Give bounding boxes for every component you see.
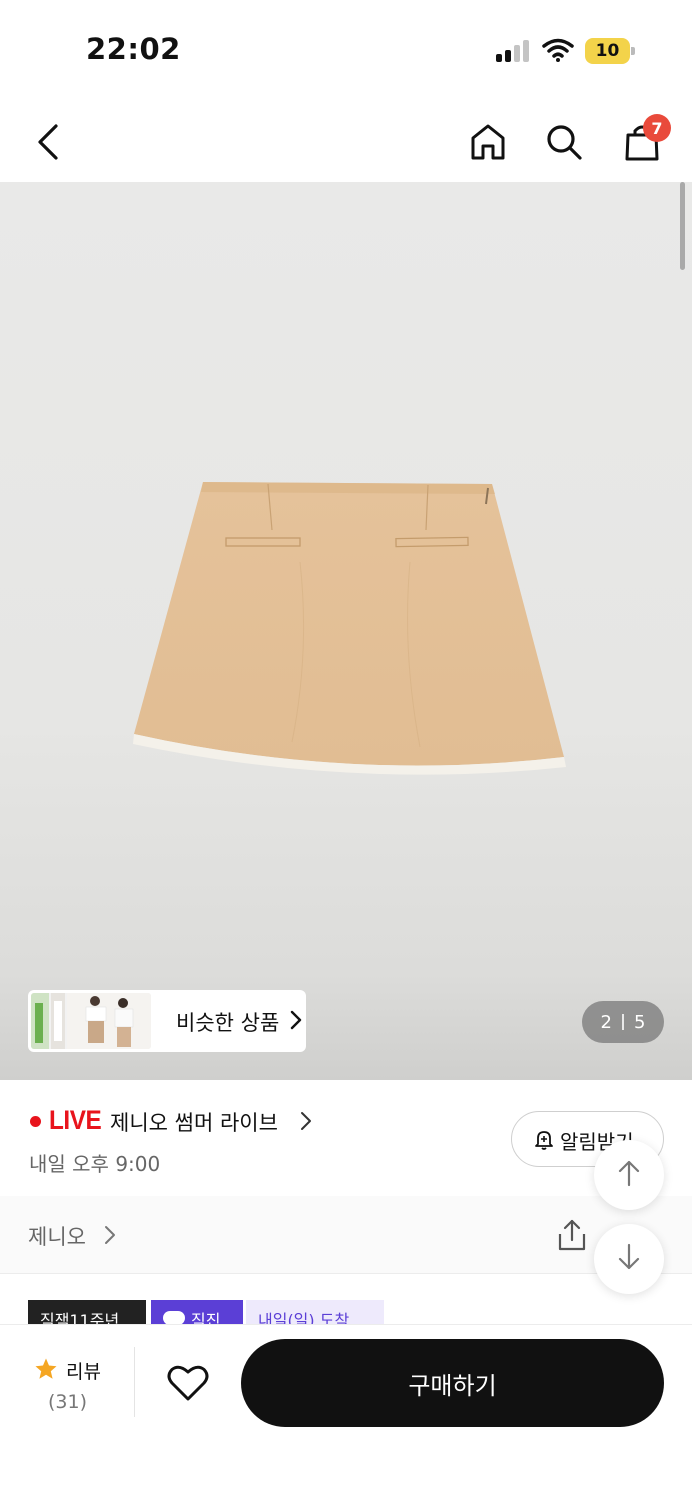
live-time: 내일 오후 9:00 bbox=[29, 1152, 161, 1176]
share-icon[interactable] bbox=[556, 1218, 588, 1256]
arrival-badge: 내일(일) 도착 bbox=[246, 1300, 384, 1324]
live-dot-icon bbox=[30, 1116, 41, 1127]
heart-icon[interactable] bbox=[164, 1361, 212, 1405]
anniversary-badge: 직잭11주년 bbox=[28, 1300, 146, 1324]
live-section: LIVE 제니오 썸머 라이브 내일 오후 9:00 알림받기 bbox=[0, 1080, 692, 1196]
review-count: (31) bbox=[48, 1391, 88, 1413]
brand-row: 제니오 bbox=[0, 1196, 692, 1274]
arrow-down-icon bbox=[617, 1243, 641, 1275]
arrow-up-icon bbox=[617, 1159, 641, 1191]
delivery-truck-icon bbox=[163, 1311, 185, 1324]
status-bar: 22:02 10 bbox=[0, 0, 692, 100]
direct-delivery-badge: 직진 bbox=[151, 1300, 243, 1324]
product-photo bbox=[133, 482, 566, 775]
brand-name[interactable]: 제니오 bbox=[28, 1221, 86, 1251]
star-icon bbox=[34, 1357, 58, 1385]
live-title[interactable]: 제니오 썸머 라이브 bbox=[110, 1107, 278, 1137]
chevron-right-icon[interactable] bbox=[104, 1225, 116, 1249]
back-icon[interactable] bbox=[24, 118, 72, 166]
image-page-indicator: 2 5 bbox=[582, 1001, 664, 1043]
live-tag: LIVE bbox=[49, 1105, 102, 1135]
status-time: 22:02 bbox=[86, 32, 181, 66]
total-pages: 5 bbox=[634, 1011, 646, 1033]
top-nav bbox=[0, 100, 692, 182]
battery-icon: 10 bbox=[585, 38, 635, 64]
signal-icon bbox=[496, 40, 532, 62]
badge-row: 직잭11주년 직진 내일(일) 도착 bbox=[0, 1274, 692, 1324]
review-label: 리뷰 bbox=[66, 1361, 101, 1383]
bell-plus-icon bbox=[534, 1129, 554, 1155]
similar-products-thumbnails bbox=[31, 993, 151, 1049]
direct-delivery-label: 직진 bbox=[191, 1311, 221, 1324]
chevron-right-icon[interactable] bbox=[300, 1111, 312, 1135]
chevron-right-icon bbox=[290, 1010, 302, 1034]
scroll-down-button[interactable] bbox=[594, 1224, 664, 1294]
product-image-gallery[interactable]: 비슷한 상품 2 5 bbox=[0, 182, 692, 1080]
search-icon[interactable] bbox=[540, 118, 588, 166]
home-icon[interactable] bbox=[464, 118, 512, 166]
image-scrollbar[interactable] bbox=[680, 182, 685, 270]
battery-level: 10 bbox=[585, 38, 630, 64]
review-button[interactable]: 리뷰 (31) bbox=[28, 1355, 108, 1421]
similar-products-card[interactable]: 비슷한 상품 bbox=[28, 990, 306, 1052]
wifi-icon bbox=[542, 38, 574, 66]
bottom-action-bar: 리뷰 (31) 구매하기 bbox=[0, 1324, 692, 1500]
scroll-up-button[interactable] bbox=[594, 1140, 664, 1210]
divider bbox=[134, 1347, 135, 1417]
current-page: 2 bbox=[600, 1011, 612, 1033]
similar-products-label: 비슷한 상품 bbox=[176, 1011, 280, 1035]
page-separator bbox=[622, 1014, 624, 1030]
buy-button[interactable]: 구매하기 bbox=[241, 1339, 664, 1427]
cart-count-badge: 7 bbox=[643, 114, 671, 142]
